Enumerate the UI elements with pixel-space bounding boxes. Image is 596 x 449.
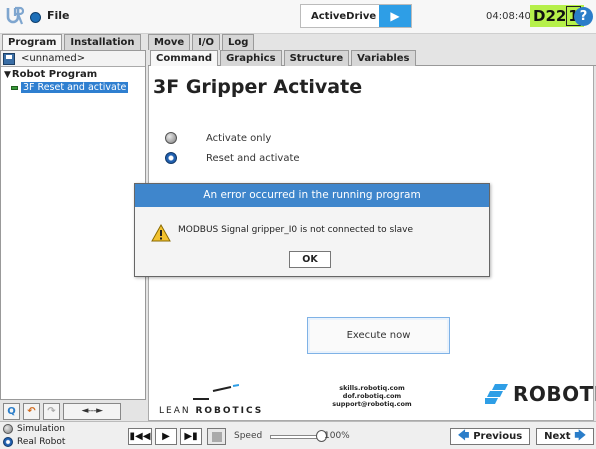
url-skills: skills.robotiq.com (339, 384, 405, 392)
robot-id-prefix: D22 (533, 7, 567, 25)
tab-move[interactable]: Move (148, 34, 191, 50)
previous-label: Previous (473, 431, 523, 442)
option-activate-only[interactable]: Activate only (165, 132, 271, 144)
next-button[interactable]: Next 🡆 (536, 428, 594, 445)
tab-installation[interactable]: Installation (64, 34, 141, 50)
tab-log[interactable]: Log (222, 34, 255, 50)
url-dof: dof.robotiq.com (342, 392, 402, 400)
ok-button[interactable]: OK (289, 251, 331, 268)
left-toolbar: Q ↶ ↷ ◄---► (0, 401, 146, 421)
search-icon[interactable]: Q (3, 402, 20, 420)
tab-variables[interactable]: Variables (351, 50, 416, 66)
page-title: 3F Gripper Activate (153, 76, 363, 98)
tab-io[interactable]: I/O (192, 34, 220, 50)
program-name: <unnamed> (21, 53, 86, 64)
program-name-row: <unnamed> (1, 51, 145, 67)
clock: 04:08:40 (486, 11, 531, 22)
gripper-node-icon (11, 85, 18, 90)
lean-robotics-logo: LEAN ROBOTICS (159, 379, 289, 419)
lean-robotics-mark-icon (193, 384, 240, 400)
dialog-body: MODBUS Signal gripper_I0 is not connecte… (135, 207, 489, 277)
tree-node-robot-program[interactable]: ▼Robot Program (4, 69, 142, 81)
tree-root-label: Robot Program (11, 69, 98, 80)
tree-node-3f-reset[interactable]: 3F Reset and activate (4, 82, 142, 93)
activedrive-label: ActiveDrive (311, 10, 377, 22)
arrow-left-icon: 🡄 (457, 429, 470, 442)
tab-structure[interactable]: Structure (283, 50, 350, 66)
main-tab-bar: Move I/O Log (148, 34, 255, 50)
previous-button[interactable]: 🡄 Previous (450, 428, 530, 445)
error-dialog: An error occurred in the running program… (134, 183, 490, 277)
undo-icon[interactable]: ↶ (23, 402, 40, 420)
robotiq-brand-text: ROBOTIQ (513, 382, 596, 406)
program-tree: ▼Robot Program 3F Reset and activate (1, 67, 145, 95)
lean-text-a: LEAN (159, 406, 196, 416)
top-header: File ActiveDrive ▶ 04:08:40 D221 ? (0, 0, 596, 34)
mode-real-label: Real Robot (17, 437, 66, 447)
lean-text-b: ROBOTICS (195, 406, 264, 416)
play-icon[interactable]: ▶ (379, 5, 411, 27)
sub-tab-bar: Command Graphics Structure Variables (148, 50, 596, 66)
mode-simulation[interactable]: Simulation (3, 424, 65, 434)
stop-button[interactable] (207, 428, 226, 445)
tree-child-label: 3F Reset and activate (21, 82, 129, 93)
speed-slider[interactable] (270, 435, 320, 439)
tab-program[interactable]: Program (2, 34, 63, 50)
rewind-icon: ▮◀◀ (129, 431, 151, 442)
redo-icon[interactable]: ↷ (43, 402, 60, 420)
robotiq-logo: ROBOTIQ (485, 382, 596, 406)
universal-robots-logo-icon (6, 6, 24, 25)
tab-command[interactable]: Command (150, 50, 219, 66)
radio-selected-icon[interactable] (3, 437, 13, 447)
mode-real-robot[interactable]: Real Robot (3, 437, 65, 447)
expand-triangle-icon[interactable]: ▼ (4, 70, 11, 80)
option-label: Activate only (206, 132, 272, 144)
speed-value: 100% (324, 431, 350, 441)
tab-graphics[interactable]: Graphics (220, 50, 282, 66)
save-icon[interactable] (3, 52, 15, 65)
left-tab-bar: Program Installation (0, 34, 146, 50)
step-icon: ▶▮ (184, 431, 198, 442)
rewind-button[interactable]: ▮◀◀ (128, 428, 152, 445)
lean-robotics-text: LEAN ROBOTICS (159, 406, 263, 416)
option-reset-and-activate[interactable]: Reset and activate (165, 152, 300, 164)
step-button[interactable]: ▶▮ (180, 428, 202, 445)
radio-unselected-icon[interactable] (3, 424, 13, 434)
robotiq-mark-icon (485, 384, 508, 404)
url-support: support@robotiq.com (332, 400, 412, 408)
file-status-icon[interactable] (30, 12, 41, 23)
activedrive-toggle[interactable]: ActiveDrive ▶ (300, 4, 412, 28)
stop-icon (211, 431, 222, 442)
next-label: Next (544, 431, 571, 442)
file-menu[interactable]: File (47, 9, 70, 22)
mode-simulation-label: Simulation (17, 424, 65, 434)
move-node-button[interactable]: ◄---► (63, 402, 121, 420)
play-icon: ▶ (162, 431, 170, 442)
play-button[interactable]: ▶ (155, 428, 177, 445)
dialog-title: An error occurred in the running program (135, 184, 489, 207)
execute-now-button[interactable]: Execute now (307, 317, 450, 354)
option-label: Reset and activate (206, 152, 300, 164)
arrow-right-icon: 🡆 (574, 429, 586, 442)
radio-unselected-icon[interactable] (165, 132, 177, 144)
speed-label: Speed (234, 431, 263, 441)
error-message: MODBUS Signal gripper_I0 is not connecte… (178, 225, 414, 235)
support-urls: skills.robotiq.com dof.robotiq.com suppo… (317, 384, 427, 408)
help-icon[interactable]: ? (574, 7, 593, 26)
warning-icon (151, 224, 171, 242)
program-tree-panel: <unnamed> ▼Robot Program 3F Reset and ac… (0, 50, 146, 400)
radio-selected-icon[interactable] (165, 152, 177, 164)
bottom-control-bar: Simulation Real Robot ▮◀◀ ▶ ▶▮ Speed 100… (0, 421, 596, 449)
